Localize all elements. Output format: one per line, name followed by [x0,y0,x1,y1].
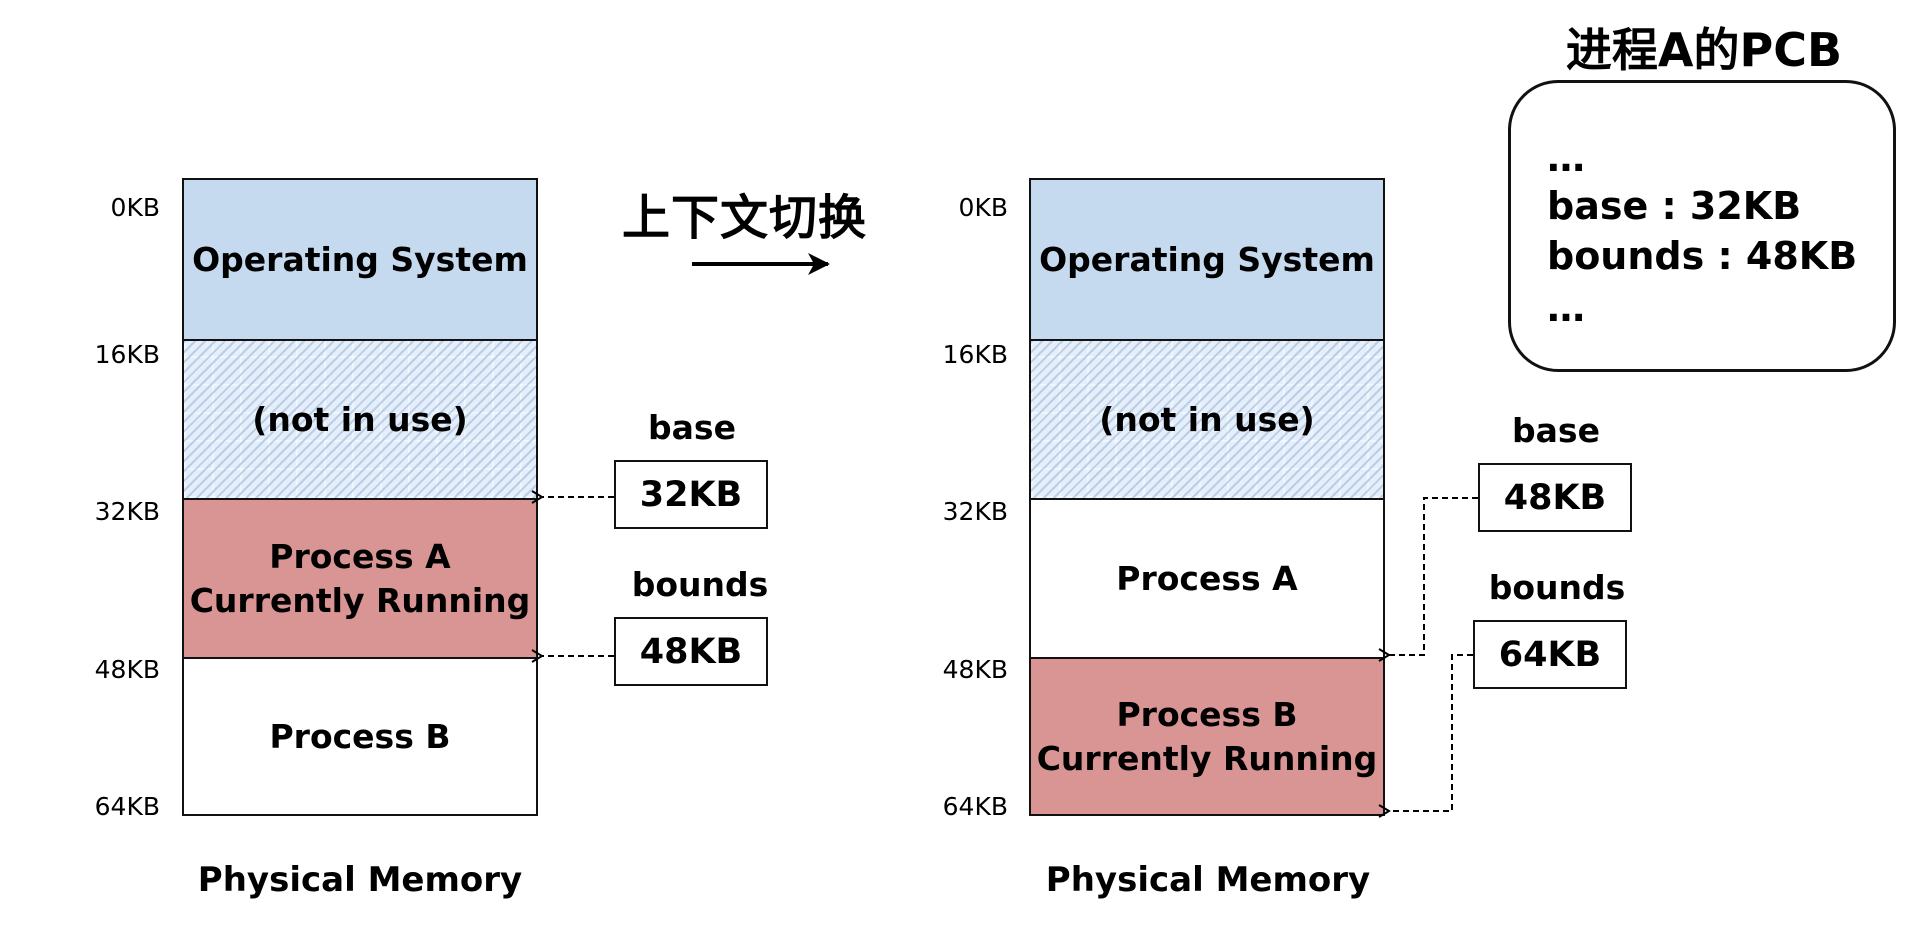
base-register-label: base [648,408,736,447]
segment-process-a: Process A [1031,498,1383,657]
context-switch-label: 上下文切换 [622,190,868,246]
pcb-ellipsis-bottom: … [1547,286,1585,330]
memory-caption: Physical Memory [197,860,523,900]
bounds-register: 64KB [1473,620,1627,689]
bounds-register-label: bounds [1488,568,1626,607]
base-pointer-arrow [1378,497,1478,662]
address-label: 16KB [94,340,160,369]
segment-label: (not in use) [1099,399,1315,439]
address-label: 64KB [94,792,160,821]
base-register-value: 32KB [639,474,743,515]
base-register-label: base [1512,411,1600,450]
bounds-register-label: bounds [631,565,769,604]
address-label: 48KB [94,655,160,684]
segment-not-in-use: (not in use) [1031,339,1383,498]
segment-label: Process A Currently Running [189,536,531,620]
bounds-register-value: 48KB [639,631,743,672]
segment-operating-system: Operating System [184,180,536,339]
address-label: 48KB [942,655,1008,684]
physical-memory-box: Operating System (not in use) Process A … [1029,178,1385,816]
base-register-value: 48KB [1503,477,1607,518]
pcb-bounds-entry: bounds : 48KB [1547,234,1858,278]
segment-process-b: Process B [184,657,536,814]
segment-label: Process B Currently Running [1036,694,1378,778]
memory-caption: Physical Memory [1045,860,1371,900]
pcb-base-entry: base : 32KB [1547,184,1802,228]
address-label: 0KB [958,193,1008,222]
bounds-register-value: 64KB [1498,634,1602,675]
segment-label: Process B [269,716,451,756]
physical-memory-box: Operating System (not in use) Process A … [182,178,538,816]
segment-operating-system: Operating System [1031,180,1383,339]
base-register: 32KB [614,460,768,529]
segment-process-a: Process A Currently Running [184,498,536,657]
address-label: 0KB [110,193,160,222]
segment-not-in-use: (not in use) [184,339,536,498]
segment-label: Process A [1116,558,1298,598]
address-label: 32KB [942,497,1008,526]
pcb-box: … base : 32KB bounds : 48KB … [1508,80,1896,372]
bounds-pointer-arrow [1378,654,1473,818]
address-label: 16KB [942,340,1008,369]
address-label: 32KB [94,497,160,526]
base-register: 48KB [1478,463,1632,532]
segment-process-b: Process B Currently Running [1031,657,1383,814]
pcb-title: 进程A的PCB [1565,23,1843,77]
address-label: 64KB [942,792,1008,821]
segment-label: Operating System [1039,239,1375,279]
bounds-register: 48KB [614,617,768,686]
segment-label: (not in use) [252,399,468,439]
segment-label: Operating System [192,239,528,279]
pcb-ellipsis-top: … [1547,136,1585,180]
